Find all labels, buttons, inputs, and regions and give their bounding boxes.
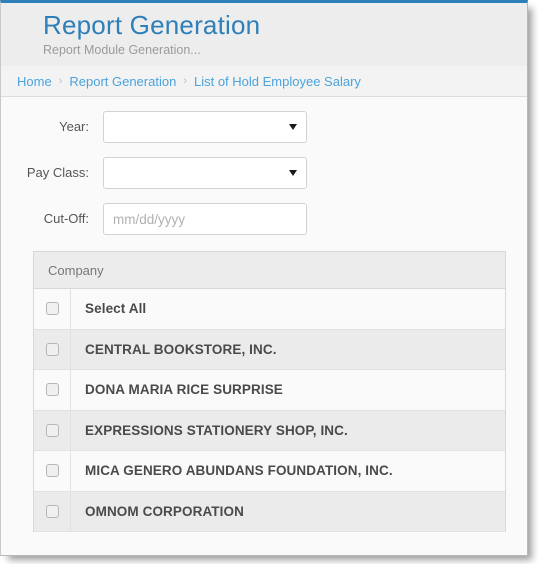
page-title: Report Generation: [43, 10, 261, 40]
chevron-down-icon: [289, 170, 297, 176]
report-filter-form: Year: Pay Class: Cut-Off: mm/dd/yyyy: [1, 111, 527, 235]
form-row-year: Year:: [1, 111, 527, 143]
year-label: Year:: [59, 119, 89, 134]
row-checkbox-cell[interactable]: [34, 370, 71, 410]
breadcrumb: Home › Report Generation › List of Hold …: [1, 66, 527, 97]
company-name-cell: CENTRAL BOOKSTORE, INC.: [85, 341, 277, 357]
page-subtitle: Report Module Generation...: [43, 43, 201, 57]
breadcrumb-item-list-of-hold-employee-salary[interactable]: List of Hold Employee Salary: [194, 74, 361, 89]
breadcrumb-separator-icon: ›: [183, 75, 187, 87]
page-header: Report Generation Report Module Generati…: [1, 3, 527, 66]
cut-off-input[interactable]: [103, 203, 307, 235]
company-name-cell: EXPRESSIONS STATIONERY SHOP, INC.: [85, 422, 348, 438]
pay-class-select[interactable]: [103, 157, 307, 189]
table-row[interactable]: EXPRESSIONS STATIONERY SHOP, INC.: [34, 410, 505, 451]
table-row[interactable]: DONA MARIA RICE SURPRISE: [34, 370, 505, 411]
breadcrumb-separator-icon: ›: [58, 75, 63, 87]
chevron-down-icon: [289, 124, 297, 130]
checkbox-icon[interactable]: [45, 342, 59, 356]
form-row-cut-off: Cut-Off:: [1, 203, 527, 235]
company-table: Company Select All CENTRAL BOOKSTORE, INC…: [33, 251, 506, 532]
table-row[interactable]: CENTRAL BOOKSTORE, INC.: [34, 329, 505, 370]
cut-off-label: Cut-Off:: [43, 211, 89, 226]
row-checkbox-cell[interactable]: [34, 451, 71, 491]
checkbox-icon[interactable]: [45, 464, 59, 478]
breadcrumb-item-report-generation[interactable]: Report Generation: [69, 74, 176, 89]
checkbox-icon[interactable]: [45, 504, 59, 518]
form-row-pay-class: Pay Class:: [1, 157, 527, 189]
company-name-cell: OMNOM CORPORATION: [85, 503, 244, 519]
company-name-cell: MICA GENERO ABUNDANS FOUNDATION, INC.: [85, 463, 393, 479]
application-window: Report Generation Report Module Generati…: [0, 0, 528, 556]
table-row[interactable]: OMNOM CORPORATION: [34, 491, 505, 532]
column-header-company: Company: [48, 262, 104, 278]
row-checkbox-cell[interactable]: [34, 289, 71, 329]
pay-class-select-value: [104, 158, 306, 165]
table-row[interactable]: Select All: [34, 289, 505, 330]
page-content: Year: Pay Class: Cut-Off: mm/dd/yyyy Com…: [1, 97, 527, 532]
year-select-value: [104, 112, 306, 119]
company-name-cell: DONA MARIA RICE SURPRISE: [85, 382, 283, 398]
table-body: Select All CENTRAL BOOKSTORE, INC. DONA MA…: [34, 289, 505, 532]
row-checkbox-cell[interactable]: [34, 491, 71, 531]
company-name-cell: Select All: [85, 301, 147, 317]
year-select[interactable]: [103, 111, 307, 143]
row-checkbox-cell[interactable]: [34, 410, 71, 450]
checkbox-icon[interactable]: [45, 302, 59, 316]
table-header-row: Company: [34, 252, 505, 289]
pay-class-label: Pay Class:: [26, 165, 89, 180]
checkbox-icon[interactable]: [45, 383, 59, 397]
checkbox-icon[interactable]: [45, 423, 59, 437]
row-checkbox-cell[interactable]: [34, 329, 71, 369]
table-row[interactable]: MICA GENERO ABUNDANS FOUNDATION, INC.: [34, 451, 505, 492]
breadcrumb-item-home[interactable]: Home: [17, 74, 52, 89]
